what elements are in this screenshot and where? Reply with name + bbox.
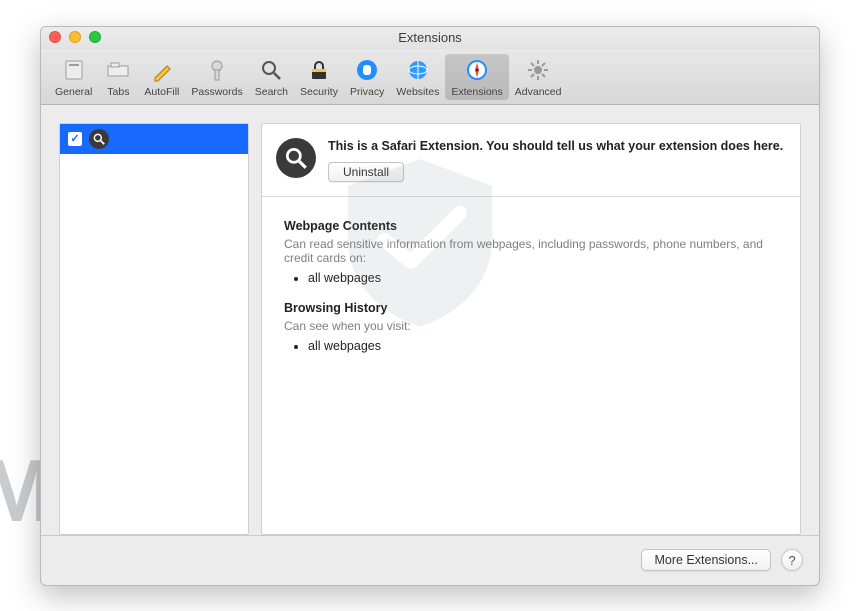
tab-label: Tabs bbox=[107, 86, 129, 98]
webpage-contents-title: Webpage Contents bbox=[284, 219, 778, 233]
more-extensions-button[interactable]: More Extensions... bbox=[641, 549, 771, 571]
webpage-contents-bullet: all webpages bbox=[308, 271, 778, 285]
preferences-toolbar: General Tabs AutoFill Passwords Search bbox=[41, 49, 819, 105]
websites-icon bbox=[404, 56, 432, 84]
tab-autofill[interactable]: AutoFill bbox=[138, 54, 185, 100]
extension-permissions: Webpage Contents Can read sensitive info… bbox=[262, 197, 800, 391]
tab-label: Extensions bbox=[451, 86, 502, 98]
tab-security[interactable]: Security bbox=[294, 54, 344, 100]
autofill-icon bbox=[148, 56, 176, 84]
extension-detail-panel: This is a Safari Extension. You should t… bbox=[261, 123, 801, 535]
extension-header-text: This is a Safari Extension. You should t… bbox=[328, 138, 783, 183]
extension-large-icon bbox=[276, 138, 316, 178]
titlebar: Extensions bbox=[41, 27, 819, 49]
tab-general[interactable]: General bbox=[49, 54, 98, 100]
tab-passwords[interactable]: Passwords bbox=[185, 54, 248, 100]
tab-extensions[interactable]: Extensions bbox=[445, 54, 508, 100]
extensions-sidebar: ✓ bbox=[59, 123, 249, 535]
general-icon bbox=[60, 56, 88, 84]
extension-list-item[interactable]: ✓ bbox=[60, 124, 248, 154]
help-button[interactable]: ? bbox=[781, 549, 803, 571]
advanced-icon bbox=[524, 56, 552, 84]
passwords-icon bbox=[203, 56, 231, 84]
extension-description: This is a Safari Extension. You should t… bbox=[328, 138, 783, 155]
tab-label: Search bbox=[255, 86, 288, 98]
privacy-icon bbox=[353, 56, 381, 84]
webpage-contents-desc: Can read sensitive information from webp… bbox=[284, 237, 778, 265]
extension-header: This is a Safari Extension. You should t… bbox=[262, 124, 800, 198]
extension-item-icon bbox=[89, 129, 109, 149]
security-icon bbox=[305, 56, 333, 84]
tab-tabs[interactable]: Tabs bbox=[98, 54, 138, 100]
browsing-history-title: Browsing History bbox=[284, 301, 778, 315]
extensions-icon bbox=[463, 56, 491, 84]
tabs-icon bbox=[104, 56, 132, 84]
browsing-history-bullet: all webpages bbox=[308, 339, 778, 353]
browsing-history-desc: Can see when you visit: bbox=[284, 319, 778, 333]
tab-label: Passwords bbox=[191, 86, 242, 98]
preferences-window: Extensions General Tabs AutoFill Passwor… bbox=[40, 26, 820, 586]
tab-label: Websites bbox=[396, 86, 439, 98]
tab-search[interactable]: Search bbox=[249, 54, 294, 100]
tab-advanced[interactable]: Advanced bbox=[509, 54, 568, 100]
footer: More Extensions... ? bbox=[41, 535, 819, 585]
tab-label: AutoFill bbox=[144, 86, 179, 98]
extension-enable-checkbox[interactable]: ✓ bbox=[68, 132, 82, 146]
tab-label: Advanced bbox=[515, 86, 562, 98]
tab-label: Privacy bbox=[350, 86, 384, 98]
tab-label: General bbox=[55, 86, 92, 98]
tab-label: Security bbox=[300, 86, 338, 98]
uninstall-button[interactable]: Uninstall bbox=[328, 162, 404, 182]
tab-privacy[interactable]: Privacy bbox=[344, 54, 390, 100]
tab-websites[interactable]: Websites bbox=[390, 54, 445, 100]
content-area: ✓ This is a Safari Extension. You should… bbox=[41, 105, 819, 535]
search-icon bbox=[257, 56, 285, 84]
window-title: Extensions bbox=[41, 30, 819, 45]
